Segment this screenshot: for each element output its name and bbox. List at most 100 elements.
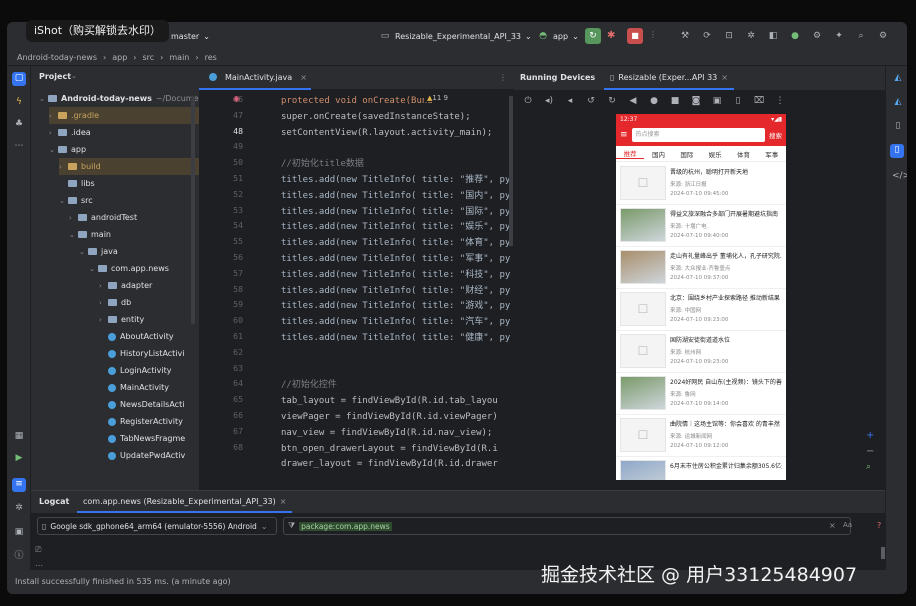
- rotate-right-icon[interactable]: ↻: [606, 95, 618, 107]
- back-icon[interactable]: ◀: [627, 95, 639, 107]
- editor-scrollbar[interactable]: [509, 96, 513, 246]
- more-icon[interactable]: ⋮: [499, 73, 507, 82]
- gear-icon[interactable]: ⚙: [877, 30, 889, 42]
- structure-icon[interactable]: ♣: [13, 118, 25, 130]
- tree-item[interactable]: › adapter: [99, 277, 152, 294]
- close-icon[interactable]: ×: [300, 73, 307, 82]
- home-icon[interactable]: ●: [648, 95, 660, 107]
- tree-item[interactable]: RegisterActivity: [99, 413, 183, 430]
- breadcrumb-item[interactable]: main: [169, 53, 189, 62]
- chevron-icon[interactable]: ›: [49, 129, 58, 137]
- phone-search-input[interactable]: 热点搜索: [631, 128, 765, 142]
- phone-tab[interactable]: 体育: [729, 149, 757, 159]
- tree-item[interactable]: ⌄ java: [79, 243, 118, 260]
- override-icon[interactable]: ◉: [233, 94, 240, 103]
- match-case-icon[interactable]: Aa: [843, 521, 852, 529]
- tree-item[interactable]: TabNewsFragme: [99, 430, 185, 447]
- chevron-icon[interactable]: ⌄: [59, 197, 68, 205]
- tree-item[interactable]: libs: [59, 175, 95, 192]
- breadcrumb-item[interactable]: Android-today-news: [17, 53, 97, 62]
- chevron-icon[interactable]: ›: [99, 282, 108, 290]
- logcat-tool-icon[interactable]: ≡: [12, 478, 26, 492]
- zoom-fit-icon[interactable]: ⌕: [866, 462, 871, 472]
- phone-tab[interactable]: 国内: [644, 149, 672, 159]
- tree-item[interactable]: ⌄ com.app.news: [89, 260, 169, 277]
- tree-item[interactable]: › .gradle: [49, 107, 199, 124]
- run-config-selector[interactable]: ▭ Resizable_Experimental_API_33 ⌄: [379, 30, 532, 42]
- zoom-out-icon[interactable]: −: [866, 446, 874, 457]
- project-tool-icon[interactable]: ▢: [12, 72, 26, 86]
- code-content[interactable]: protected void onCreate(Bund super.onCre…: [281, 90, 514, 490]
- inspection-widget[interactable]: ▲11 9: [424, 94, 451, 102]
- stop-icon[interactable]: ■: [627, 28, 643, 44]
- settings-icon[interactable]: ⚙: [811, 30, 823, 42]
- chevron-icon[interactable]: ›: [59, 163, 68, 171]
- power-icon[interactable]: ⏻: [522, 95, 534, 107]
- more-icon[interactable]: ⋮: [774, 95, 786, 107]
- chevron-icon[interactable]: ›: [49, 112, 58, 120]
- scrollbar[interactable]: [191, 96, 195, 324]
- tree-item[interactable]: › androidTest: [69, 209, 137, 226]
- close-icon[interactable]: ×: [280, 497, 287, 506]
- tree-item[interactable]: NewsDetailsActi: [99, 396, 184, 413]
- more-icon[interactable]: ⋮: [649, 30, 657, 39]
- camera-icon[interactable]: ◙: [690, 95, 702, 107]
- device-manager-icon[interactable]: ◧: [767, 30, 779, 42]
- news-item[interactable]: 2024好网民 自山东(主视频)：镜头下的善... 来源: 鲁网 2024-07-1…: [616, 373, 786, 415]
- chevron-icon[interactable]: ›: [69, 214, 78, 222]
- debug-icon[interactable]: ✱: [607, 30, 615, 41]
- notifications-icon[interactable]: ◭: [892, 72, 904, 84]
- sdk-icon[interactable]: ●: [789, 30, 801, 42]
- tree-item[interactable]: ⌄ app: [49, 141, 86, 158]
- clear-icon[interactable]: ×: [829, 521, 836, 530]
- problems-icon[interactable]: ⓘ: [13, 550, 25, 562]
- module-selector[interactable]: ◓ app ⌄: [537, 30, 579, 42]
- sync-icon[interactable]: ⟳: [701, 30, 713, 42]
- phone-tab[interactable]: 娱乐: [701, 149, 729, 159]
- running-devices-icon[interactable]: ▯: [890, 144, 904, 158]
- breadcrumb-item[interactable]: res: [205, 53, 217, 62]
- record-icon[interactable]: ▣: [711, 95, 723, 107]
- filter-input[interactable]: ⧩ package:com.app.news: [283, 517, 851, 535]
- more-tools-icon[interactable]: ⋯: [13, 140, 25, 152]
- tree-item[interactable]: ⌄ Android-today-news ~/Docume: [39, 90, 199, 107]
- tab-logcat-session[interactable]: com.app.news (Resizable_Experimental_API…: [77, 491, 293, 513]
- news-item[interactable]: ☐ 晋级的杭州，聪明打开新天地 来源: 浙江日报 2024-07-10 09:45:0…: [616, 163, 786, 205]
- mirror-icon[interactable]: ⌧: [753, 95, 765, 107]
- volume-up-icon[interactable]: ◂): [543, 95, 555, 107]
- logcat-scrollbar[interactable]: [881, 547, 885, 559]
- help-icon[interactable]: ?: [877, 521, 881, 530]
- code-icon[interactable]: </>: [892, 170, 907, 182]
- tab-main-activity[interactable]: MainActivity.java ×: [199, 66, 311, 90]
- profiler-icon[interactable]: ⊡: [723, 30, 735, 42]
- chevron-icon[interactable]: ›: [99, 316, 108, 324]
- news-item[interactable]: ☐ 北京：围绕乡村产业探索路径 推动新结果 来源: 中国网 2024-07-10 09…: [616, 289, 786, 331]
- tree-item[interactable]: MainActivity: [99, 379, 169, 396]
- chevron-icon[interactable]: ⌄: [89, 265, 98, 273]
- news-item[interactable]: 6月末市住房公积金累计归集余额305.6亿元: [616, 457, 786, 480]
- branch-selector[interactable]: master ⌄: [171, 32, 210, 41]
- apply-changes-icon[interactable]: ↻: [585, 28, 601, 44]
- tree-item[interactable]: LoginActivity: [99, 362, 172, 379]
- chevron-icon[interactable]: ⌄: [39, 95, 48, 103]
- terminal-icon[interactable]: ▣: [13, 526, 25, 538]
- chevron-icon[interactable]: ⌄: [79, 248, 88, 256]
- tree-item[interactable]: › db: [99, 294, 131, 311]
- tab-device[interactable]: ▯ Resizable (Exper...API 33 ×: [604, 66, 734, 90]
- news-item[interactable]: ☐ 曲院情｜这场主馆等：你会喜欢 的青丰然 来源: 运城新闻网 2024-07-10 …: [616, 415, 786, 457]
- more-icon[interactable]: ⋯: [35, 561, 43, 570]
- volume-down-icon[interactable]: ◂: [564, 95, 576, 107]
- fold-icon[interactable]: ▯: [732, 95, 744, 107]
- gradle-icon[interactable]: ◭: [892, 96, 904, 108]
- tree-item[interactable]: ⌄ src: [59, 192, 93, 209]
- clear-log-icon[interactable]: ⎚: [35, 545, 41, 555]
- device-file-icon[interactable]: ▯: [892, 120, 904, 132]
- device-dropdown[interactable]: ▯ Google sdk_gphone64_arm64 (emulator-55…: [37, 517, 277, 535]
- tree-item[interactable]: AboutActivity: [99, 328, 174, 345]
- phone-tab[interactable]: 国际: [673, 149, 701, 159]
- menu-icon[interactable]: ≡: [620, 130, 628, 140]
- commit-icon[interactable]: ϟ: [13, 96, 25, 108]
- project-panel-title[interactable]: Project: [39, 72, 71, 81]
- chevron-icon[interactable]: ⌄: [69, 231, 78, 239]
- tree-item[interactable]: HistoryListActivi: [99, 345, 185, 362]
